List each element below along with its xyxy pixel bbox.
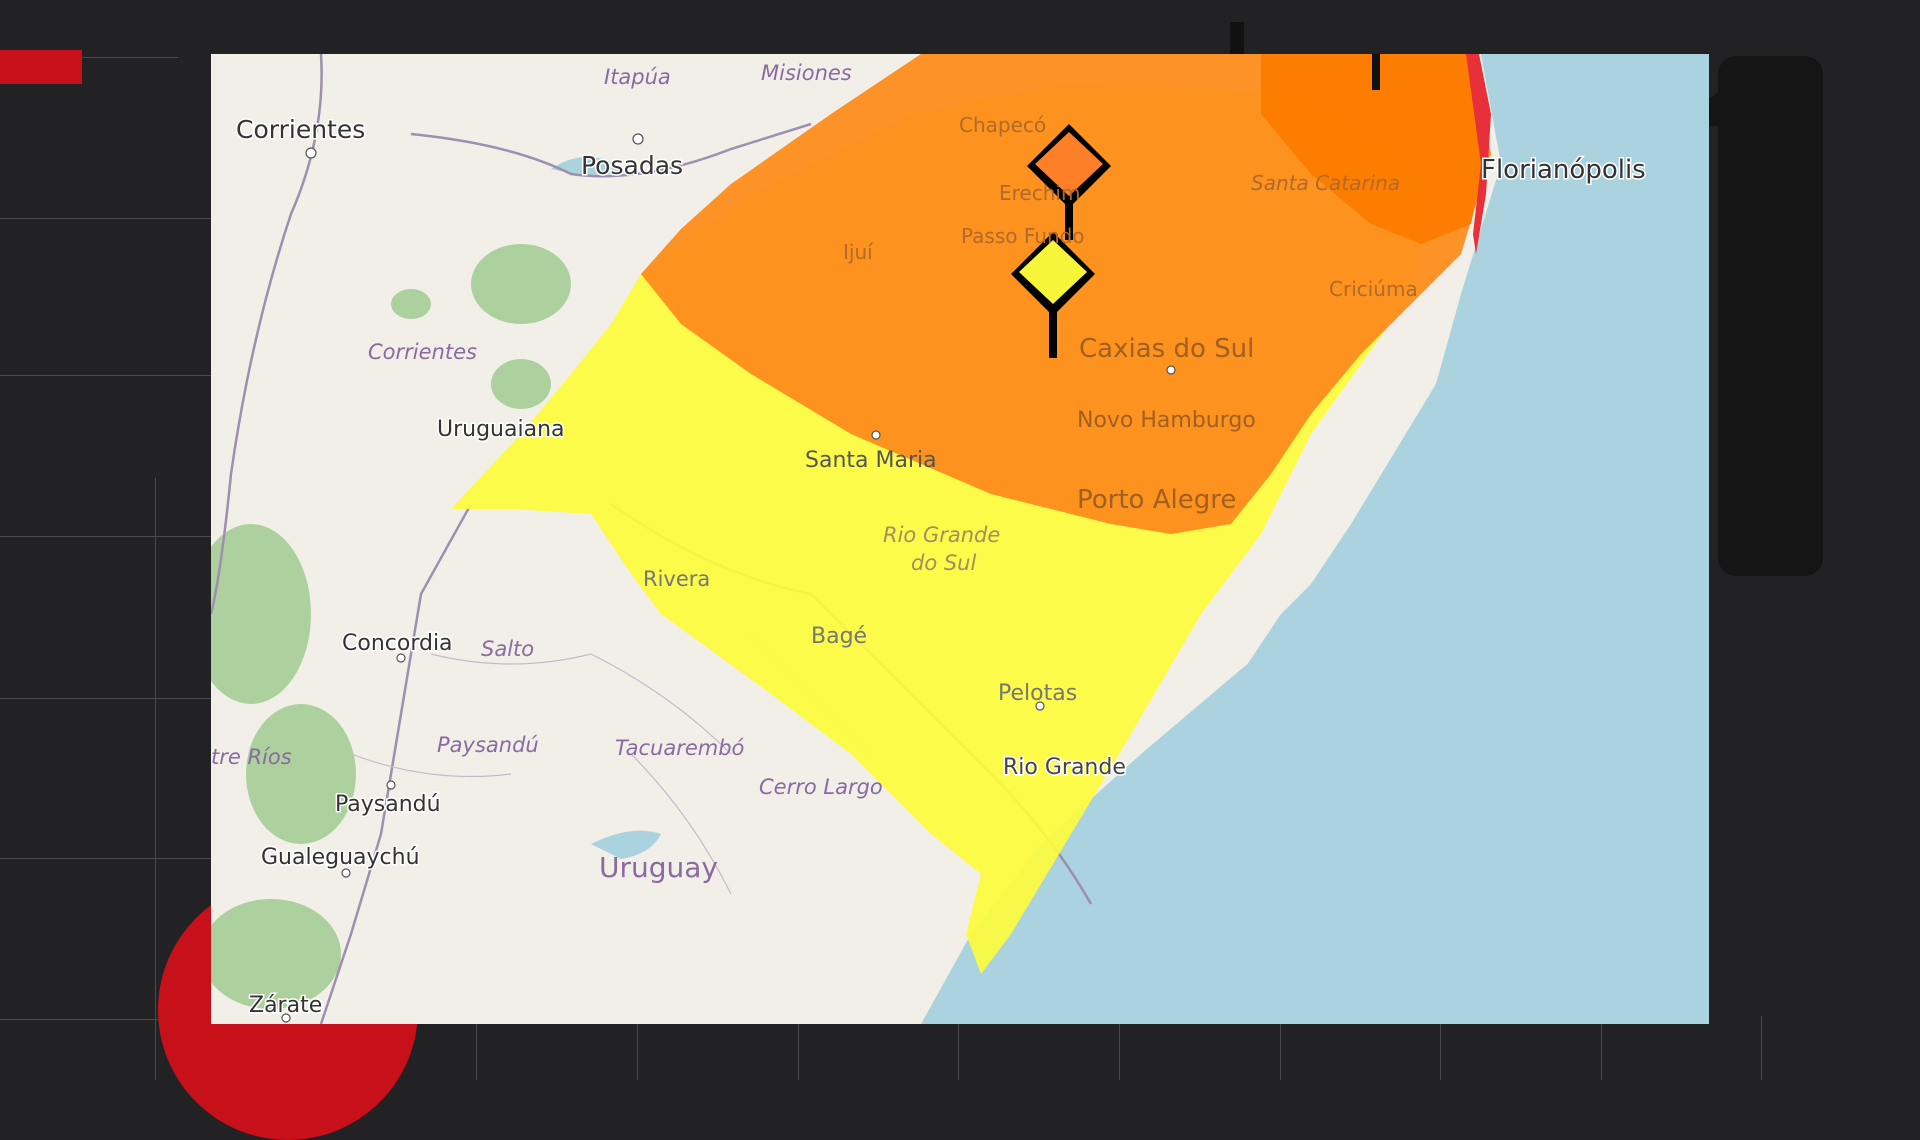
decor-line [798,1024,799,1080]
decor-line [0,698,211,699]
city-label: Zárate [249,993,322,1018]
city-label: Passo Fundo [961,224,1085,248]
decor-card [1718,56,1823,576]
city-label: Posadas [581,151,683,180]
city-label: Bagé [811,624,867,649]
decor-line [0,218,211,219]
decor-line [476,1024,477,1080]
city-label: Gualeguaychú [261,845,420,870]
region-label: Salto [481,637,534,661]
decor-line [155,478,156,1080]
map-canvas: Corrientes Posadas Florianópolis Uruguai… [211,54,1709,1024]
region-label: Rio Grande [883,523,1000,547]
alert-map[interactable]: Corrientes Posadas Florianópolis Uruguai… [211,54,1709,1024]
city-label: Porto Alegre [1077,485,1236,515]
region-label: Misiones [761,61,852,85]
decor-line [0,858,211,859]
city-label: Santa Maria [805,448,937,473]
city-label: Concordia [342,631,453,656]
city-label: Criciúma [1329,277,1418,301]
city-label: Chapecó [959,113,1046,137]
decor-line [1119,1024,1120,1080]
city-label: Rivera [643,567,710,591]
region-label: Itapúa [604,65,671,89]
region-label: do Sul [911,551,976,575]
red-accent-tab [0,50,82,84]
decor-line [1601,1024,1602,1080]
city-label: Paysandú [335,792,441,817]
city-label: Pelotas [998,681,1077,706]
decor-line [0,536,211,537]
city-label: Caxias do Sul [1079,334,1254,364]
decor-line [1280,1024,1281,1080]
city-label: Erechim [999,181,1080,205]
region-label: Tacuarembó [615,736,745,760]
region-label: Santa Catarina [1251,171,1400,195]
region-label: Cerro Largo [759,775,883,799]
city-label: Florianópolis [1481,155,1646,185]
decor-line [82,57,178,58]
city-label: Novo Hamburgo [1077,408,1256,433]
decor-line [1440,1024,1441,1080]
city-label: Rio Grande [1003,755,1126,780]
decor-line [0,375,211,376]
city-label: Corrientes [236,115,365,144]
region-label: Corrientes [368,340,477,364]
decor-line [1761,1016,1762,1080]
city-label: Uruguaiana [437,417,565,442]
decor-line [958,1024,959,1080]
decor-tick [1230,22,1244,54]
region-label: tre Ríos [211,745,292,769]
decor-line [637,1024,638,1080]
city-label: Ijuí [843,240,874,264]
country-label: Uruguay [599,851,718,884]
marker-stem [1372,54,1380,90]
region-label: Paysandú [437,733,539,757]
